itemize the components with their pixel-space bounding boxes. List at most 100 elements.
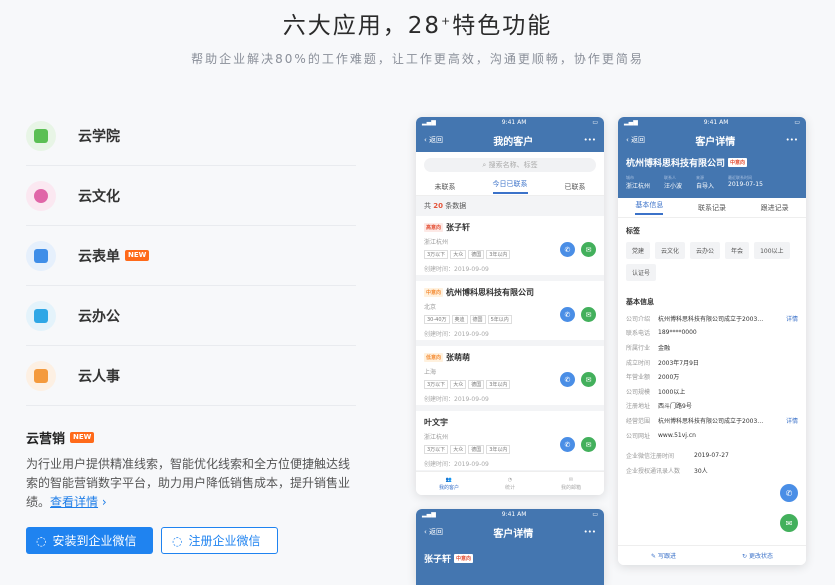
message-icon[interactable]: ✉ bbox=[780, 514, 798, 532]
detail-header: ▂▄▆ 9:41 AM ▭ ‹ 返回 客户详情 ••• 杭州博科思科技有限公司 中意向… bbox=[618, 117, 806, 198]
chip: 3年以内 bbox=[486, 250, 511, 259]
phone-call-icon[interactable]: ✆ bbox=[560, 437, 575, 452]
message-icon[interactable]: ✉ bbox=[581, 242, 596, 257]
back-button[interactable]: ‹ 返回 bbox=[424, 135, 443, 145]
install-wework-button[interactable]: ◌ 安装到企业微信 bbox=[26, 527, 153, 554]
info-key: 企业微信注册时间 bbox=[626, 453, 675, 461]
customer-card[interactable]: 中意向 杭州博科思科技有限公司 北京 30-40万 奥迪 德国 5年以内 创建时间：20… bbox=[416, 281, 604, 346]
meta-value: 浙江杭州 bbox=[626, 183, 651, 190]
feature-item-yunwenhua[interactable]: 云文化 bbox=[26, 166, 356, 226]
info-row: 经营范围 杭州博科思科技有限公司成立于2003… 详情 bbox=[626, 413, 798, 428]
yingxiao-desc: 为行业用户提供精准线索，智能优化线索和全方位便捷触达线索的智能营销数字平台，助力… bbox=[26, 455, 361, 512]
search-placeholder: 搜索名称、标签 bbox=[488, 161, 538, 169]
chip: 大众 bbox=[450, 445, 467, 454]
hero-title-tail: 特色功能 bbox=[452, 13, 553, 39]
tab-follow-records[interactable]: 跟进记录 bbox=[761, 203, 789, 213]
tab-contacted-today[interactable]: 今日已联系 bbox=[492, 179, 528, 194]
register-label: 注册企业微信 bbox=[188, 534, 261, 548]
message-icon[interactable]: ✉ bbox=[581, 372, 596, 387]
intent-tag: 中意向 bbox=[454, 554, 474, 563]
register-wework-button[interactable]: ◌ 注册企业微信 bbox=[161, 527, 278, 554]
label-chip[interactable]: 100以上 bbox=[754, 242, 790, 259]
customer-name-row: 低意向 张萌萌 bbox=[424, 352, 596, 363]
feature-item-yunxueyuan[interactable]: 云学院 bbox=[26, 106, 356, 166]
label-chips: 党建 云文化 云办公 年会 100以上 认证号 bbox=[618, 240, 806, 283]
back-label: 返回 bbox=[631, 136, 646, 144]
basic-info-list: 公司介绍 杭州博科思科技有限公司成立于2003… 详情 联系电话 189****000… bbox=[618, 311, 806, 478]
customer-card[interactable]: 低意向 张萌萌 上海 3万以下 大众 德国 3年以内 创建时间：2019-09-09 ✆… bbox=[416, 346, 604, 411]
nav-bar: ‹ 返回 我的客户 ••• bbox=[416, 128, 604, 152]
chevron-right-icon: › bbox=[101, 495, 107, 509]
back-button[interactable]: ‹ 返回 bbox=[424, 527, 443, 537]
info-value: 30人 bbox=[694, 467, 708, 475]
created-date: 创建时间：2019-09-09 bbox=[424, 461, 489, 468]
info-key: 年营业额 bbox=[626, 374, 651, 382]
more-icon[interactable]: ••• bbox=[584, 136, 596, 144]
feature-item-yunbiaodan[interactable]: 云表单 NEW bbox=[26, 226, 356, 286]
info-value: 2000万 bbox=[658, 374, 680, 382]
customer-card[interactable]: 叶文宇 浙江杭州 3万以下 大众 德国 3年以内 创建时间：2019-09-09 ✆ ✉ bbox=[416, 411, 604, 476]
tabbar-my-customers[interactable]: 👥 我的客户 bbox=[439, 472, 459, 495]
phone-call-icon[interactable]: ✆ bbox=[560, 372, 575, 387]
tabbar-label: 我的邮箱 bbox=[560, 484, 581, 491]
more-icon[interactable]: ••• bbox=[786, 136, 798, 144]
label-chip[interactable]: 云文化 bbox=[655, 242, 686, 259]
chip: 德国 bbox=[468, 250, 485, 259]
chip: 30-40万 bbox=[424, 315, 450, 324]
hero: 六大应用，28+特色功能 帮助企业解决80%的工作难题，让工作更高效，沟通更顺畅… bbox=[0, 0, 835, 67]
status-bar: ▂▄▆ 9:41 AM ▭ bbox=[416, 117, 604, 128]
customer-name: 张子轩 bbox=[446, 223, 471, 232]
details-link[interactable]: 详情 bbox=[786, 314, 798, 323]
tabbar-stats[interactable]: ◔ 统计 bbox=[505, 472, 515, 495]
message-icon[interactable]: ✉ bbox=[581, 307, 596, 322]
label-chip[interactable]: 党建 bbox=[626, 242, 651, 259]
people-icon: 👥 bbox=[445, 476, 453, 483]
info-value: 金融 bbox=[658, 344, 671, 352]
message-icon[interactable]: ✉ bbox=[581, 437, 596, 452]
info-row: 联系电话 189****0000 bbox=[626, 326, 798, 341]
write-followup-button[interactable]: ✎ 写跟进 bbox=[651, 551, 676, 560]
footer-label: 更改状态 bbox=[748, 553, 773, 560]
intent-tag: 中意向 bbox=[424, 288, 444, 297]
briefcase-icon bbox=[26, 300, 56, 331]
more-icon[interactable]: ••• bbox=[584, 528, 596, 536]
status-bar: ▂▄▆ 9:41 AM ▭ bbox=[618, 117, 806, 128]
action-buttons: ◌ 安装到企业微信 ◌ 注册企业微信 bbox=[26, 527, 278, 554]
phone-call-icon[interactable]: ✆ bbox=[560, 307, 575, 322]
customer-card[interactable]: 高意向 张子轩 浙江杭州 3万以下 大众 德国 3年以内 创建时间：2019-09-09… bbox=[416, 216, 604, 281]
company-name: 杭州博科思科技有限公司 bbox=[626, 159, 726, 169]
tabbar-mailbox[interactable]: ✉ 我的邮箱 bbox=[561, 472, 581, 495]
tab-contact-records[interactable]: 联系记录 bbox=[698, 203, 726, 213]
label-chip[interactable]: 年会 bbox=[725, 242, 750, 259]
customer-name: 叶文宇 bbox=[424, 418, 448, 427]
back-button[interactable]: ‹ 返回 bbox=[626, 135, 645, 145]
customer-row: 张子轩 中意向 bbox=[416, 544, 604, 569]
search-input[interactable]: ⌕ 搜索名称、标签 bbox=[424, 158, 596, 172]
details-link[interactable]: 详情 bbox=[786, 416, 798, 425]
info-value: 2019-07-27 bbox=[694, 452, 729, 460]
phone-call-icon[interactable]: ✆ bbox=[560, 242, 575, 257]
tab-uncontacted[interactable]: 未联系 bbox=[435, 182, 456, 192]
info-key: 公司规模 bbox=[626, 388, 651, 396]
tab-basic-info[interactable]: 基本信息 bbox=[635, 200, 664, 215]
chip: 大众 bbox=[450, 380, 467, 389]
feature-item-yunrenshi[interactable]: 云人事 bbox=[26, 346, 356, 406]
new-badge: NEW bbox=[125, 250, 150, 261]
feature-item-yunbangong[interactable]: 云办公 bbox=[26, 286, 356, 346]
created-date: 创建时间：2019-09-09 bbox=[424, 331, 489, 338]
tab-contacted[interactable]: 已联系 bbox=[565, 182, 586, 192]
phone-call-icon[interactable]: ✆ bbox=[780, 484, 798, 502]
created-date: 创建时间：2019-09-09 bbox=[424, 266, 489, 273]
intent-tag: 低意向 bbox=[424, 353, 444, 362]
change-status-button[interactable]: ↻ 更改状态 bbox=[742, 551, 773, 560]
hero-title: 六大应用，28+特色功能 bbox=[0, 6, 835, 40]
count-suffix: 条数据 bbox=[445, 202, 467, 210]
label-chip[interactable]: 云办公 bbox=[690, 242, 721, 259]
label-chip[interactable]: 认证号 bbox=[626, 264, 657, 281]
info-row: 所属行业 金融 bbox=[626, 340, 798, 355]
phone-customer-detail: ▂▄▆ 9:41 AM ▭ ‹ 返回 客户详情 ••• 杭州博科思科技有限公司 中意向… bbox=[618, 117, 806, 565]
view-details-link[interactable]: 查看详情 bbox=[50, 495, 98, 509]
meta-source: 来源 自导入 bbox=[696, 175, 714, 190]
nav-bar: ‹ 返回 客户详情 ••• bbox=[416, 520, 604, 544]
back-label: 返回 bbox=[429, 528, 444, 536]
